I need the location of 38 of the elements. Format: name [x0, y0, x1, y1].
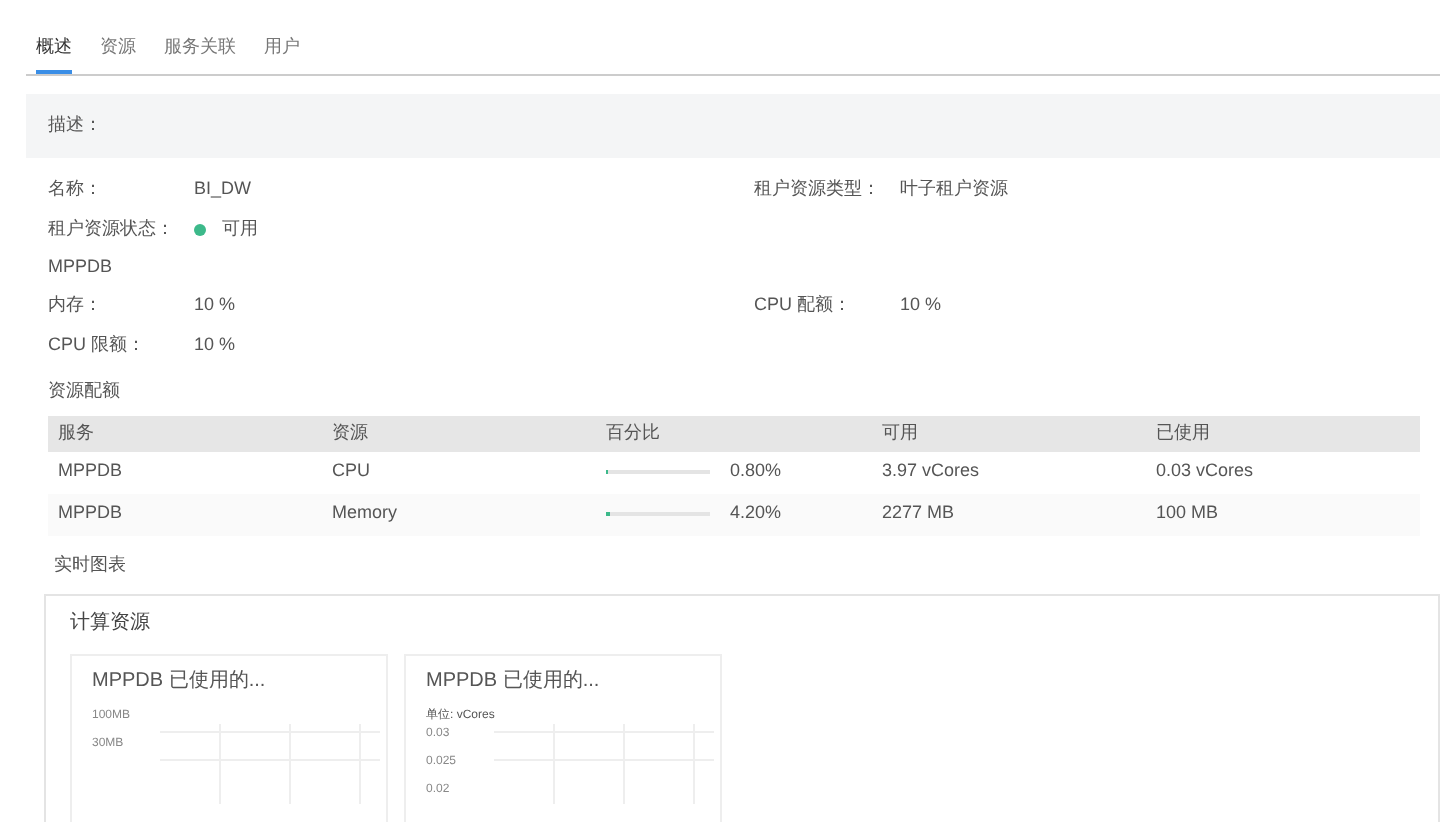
section-title: 实时图表	[52, 551, 128, 578]
section-title: 资源配额	[46, 378, 122, 405]
column-header: 资源	[332, 419, 370, 446]
chart-title: MPPDB 已使用的...	[426, 667, 602, 695]
field-value: 10 %	[194, 291, 236, 318]
service-name: MPPDB	[48, 253, 115, 280]
table-cell-text: 4.20%	[730, 500, 782, 527]
panel-title: 计算资源	[70, 609, 152, 637]
field-label: 租户资源状态：	[48, 215, 176, 242]
tab[interactable]: 用户	[264, 34, 300, 73]
table-cell-text: 0.03 vCores	[1156, 458, 1256, 485]
table-cell-text: CPU	[332, 458, 373, 485]
field-label: CPU 配额：	[754, 291, 854, 318]
field-label: 租户资源类型：	[754, 175, 882, 202]
table-cell-text: 3.97 vCores	[882, 458, 982, 485]
table-cell-text: MPPDB	[58, 458, 125, 485]
column-header: 百分比	[606, 419, 662, 446]
column-header: 可用	[882, 419, 920, 446]
description-label: 描述：	[48, 111, 102, 138]
tab[interactable]: 资源	[100, 34, 136, 73]
table-cell-text: 100 MB	[1156, 500, 1221, 527]
field-value: 可用	[222, 215, 258, 242]
table-cell-text: 2277 MB	[882, 500, 957, 527]
column-header: 服务	[58, 419, 96, 446]
field-label: 内存：	[48, 291, 104, 318]
table-cell-text: 0.80%	[730, 458, 782, 485]
field-label: CPU 限额：	[48, 331, 148, 358]
table-cell-text: Memory	[332, 500, 400, 527]
table-cell-text: MPPDB	[58, 500, 125, 527]
field-value: 叶子租户资源	[900, 175, 1008, 202]
field-value: 10 %	[900, 291, 942, 318]
chart-title: MPPDB 已使用的...	[92, 667, 268, 695]
tab[interactable]: 服务关联	[164, 34, 236, 73]
field-label: 名称：	[48, 175, 104, 202]
field-value: 10 %	[194, 331, 236, 358]
column-header: 已使用	[1156, 419, 1212, 446]
field-value: BI_DW	[194, 175, 252, 202]
tab[interactable]: 概述	[36, 34, 72, 73]
